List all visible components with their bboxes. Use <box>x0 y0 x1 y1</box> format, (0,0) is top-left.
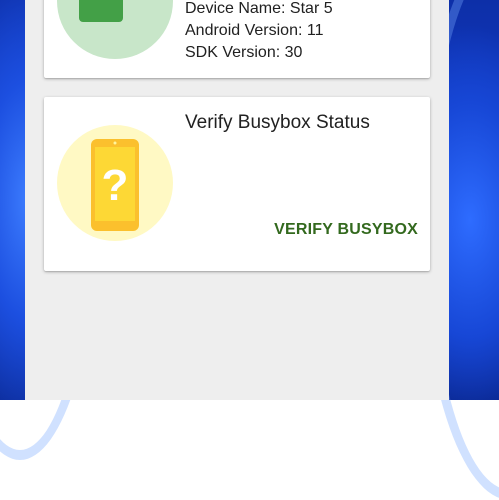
android-version-text: Android Version: 11 <box>185 22 324 39</box>
verify-busybox-button[interactable]: VERIFY BUSYBOX <box>274 221 418 239</box>
device-name-text: Device Name: Star 5 <box>185 0 333 17</box>
device-info-card: Device Name: Star 5 Android Version: 11 … <box>44 0 430 78</box>
phone-question-icon: ? <box>91 139 139 231</box>
sdk-version-text: SDK Version: 30 <box>185 44 303 61</box>
busybox-card-title: Verify Busybox Status <box>185 112 370 133</box>
phone-check-icon <box>79 0 123 22</box>
app-window: Device Name: Star 5 Android Version: 11 … <box>25 0 449 400</box>
svg-text:?: ? <box>102 161 129 210</box>
busybox-status-card: ? Verify Busybox Status VERIFY BUSYBOX <box>44 97 430 271</box>
